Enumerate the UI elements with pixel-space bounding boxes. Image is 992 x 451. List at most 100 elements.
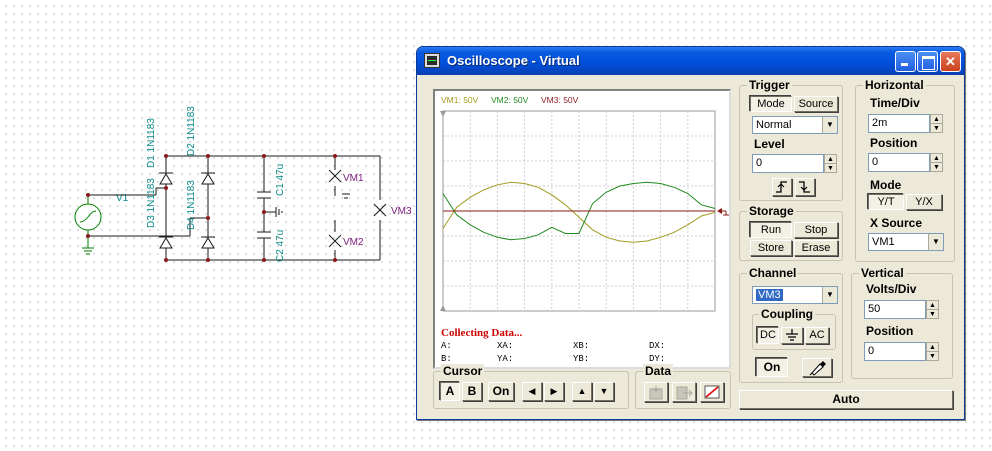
oscilloscope-window[interactable]: Oscilloscope - Virtual VM1: 50VVM2: 50VV… — [416, 46, 965, 420]
vertical-position-label: Position — [866, 324, 914, 338]
scope-plot: VM1: 50V VM2: 50V VM3: 50V — [440, 95, 729, 312]
ac-source[interactable] — [74, 195, 102, 255]
x-source-select[interactable]: VM1 ▼ — [868, 233, 944, 251]
coupling-title: Coupling — [759, 307, 815, 321]
volts-div-label: Volts/Div — [866, 282, 917, 296]
vertical-position-spinner[interactable]: ▲ ▼ — [926, 342, 939, 361]
capacitor-c2-label: C2 47u — [275, 230, 286, 262]
window-title: Oscilloscope - Virtual — [447, 53, 580, 68]
run-button[interactable]: Run — [750, 222, 792, 238]
readout-xb: XB: — [573, 341, 590, 351]
channel-ground-marker — [717, 208, 722, 214]
right-arrow-icon[interactable]: ▶ — [544, 382, 564, 401]
rectifier-schematic: V1 D1 1N1183 D2 1N1183 D3 1N1183 D4 1N11… — [74, 106, 412, 262]
trigger-group: Trigger Mode Source Normal ▼ Level 0 ▲ ▼ — [739, 78, 843, 201]
diode-d3[interactable] — [159, 236, 173, 249]
store-button[interactable]: Store — [750, 240, 792, 256]
stop-button[interactable]: Stop — [794, 222, 838, 238]
horizontal-title: Horizontal — [863, 78, 926, 92]
horizontal-position-spinner[interactable]: ▲ ▼ — [930, 153, 943, 172]
falling-edge-icon[interactable] — [795, 178, 815, 196]
diode-d2-label: D2 1N1183 — [186, 106, 197, 156]
dc-coupling-button[interactable]: DC — [757, 327, 779, 344]
time-div-input[interactable]: 2m — [868, 114, 930, 133]
export-icon[interactable] — [672, 382, 696, 402]
data-group: Data — [635, 364, 731, 409]
vertical-group: Vertical Volts/Div 50 ▲ ▼ Position 0 ▲ ▼ — [851, 266, 953, 379]
horizontal-group: Horizontal Time/Div 2m ▲ ▼ Position 0 ▲ ▼ … — [855, 78, 955, 262]
up-arrow-icon[interactable]: ▲ — [572, 382, 592, 401]
readout-dy: DY: — [649, 354, 666, 364]
diode-d2[interactable] — [201, 172, 215, 185]
volts-div-spinner[interactable]: ▲ ▼ — [926, 300, 939, 319]
trigger-level-input[interactable]: 0 — [752, 154, 824, 173]
ground-icon[interactable] — [781, 327, 803, 344]
trigger-title: Trigger — [747, 78, 792, 92]
readout-b: B: — [441, 354, 452, 364]
diode-d1[interactable] — [159, 172, 173, 185]
auto-button[interactable]: Auto — [739, 390, 953, 409]
trigger-level-spinner[interactable]: ▲ ▼ — [824, 154, 837, 173]
time-div-spinner[interactable]: ▲ ▼ — [930, 114, 943, 133]
chevron-down-icon[interactable]: ▼ — [822, 117, 837, 133]
close-icon[interactable] — [940, 51, 961, 72]
channel-group: Channel VM3 ▼ Coupling DC AC On — [739, 266, 843, 383]
channel-title: Channel — [747, 266, 799, 280]
left-arrow-icon[interactable]: ◀ — [522, 382, 542, 401]
capacitor-c2[interactable] — [257, 231, 271, 239]
readout-ya: YA: — [497, 354, 514, 364]
diode-d3-label: D3 1N1183 — [146, 178, 157, 228]
diode-d1-label: D1 1N1183 — [146, 118, 157, 168]
down-arrow-icon[interactable]: ▼ — [594, 382, 614, 401]
vertical-position-input[interactable]: 0 — [864, 342, 926, 361]
channel-on-button[interactable]: On — [756, 358, 788, 377]
chevron-down-icon[interactable]: ▼ — [822, 287, 837, 303]
channel-value: VM3 — [756, 289, 783, 301]
x-source-label: X Source — [870, 216, 923, 230]
voltmeter-vm2[interactable] — [328, 220, 342, 248]
voltmeter-vm3[interactable] — [373, 203, 387, 217]
time-div-label: Time/Div — [870, 96, 920, 110]
trigger-mode-select[interactable]: Normal ▼ — [752, 116, 838, 134]
scope-display[interactable]: VM1: 50V VM2: 50V VM3: 50V Collecting Data… — [433, 89, 731, 369]
clear-icon[interactable] — [700, 382, 724, 402]
cursor-a-button[interactable]: A — [440, 382, 460, 401]
storage-group: Storage Run Stop Store Erase — [739, 204, 843, 261]
readout-a: A: — [441, 341, 452, 351]
cursor-group: Cursor A B On ◀ ▶ ▲ ▼ — [433, 364, 629, 409]
cursor-on-button[interactable]: On — [488, 382, 514, 401]
channel-select[interactable]: VM3 ▼ — [752, 286, 838, 304]
horizontal-mode-label: Mode — [870, 178, 902, 192]
volts-div-input[interactable]: 50 — [864, 300, 926, 319]
ac-coupling-button[interactable]: AC — [805, 327, 829, 344]
title-bar[interactable]: Oscilloscope - Virtual — [417, 47, 964, 75]
readout-xa: XA: — [497, 341, 514, 351]
chevron-down-icon[interactable]: ▼ — [928, 234, 943, 250]
yx-mode-button[interactable]: Y/X — [906, 194, 942, 210]
readout-yb: YB: — [573, 354, 590, 364]
legend-entry-3: VM3: 50V — [541, 95, 579, 105]
voltmeter-vm2-label: VM2 — [343, 237, 364, 248]
horizontal-position-input[interactable]: 0 — [868, 153, 930, 172]
capacitor-c1[interactable] — [257, 191, 271, 199]
maximize-icon[interactable] — [917, 51, 938, 72]
x-source-value: VM1 — [872, 236, 895, 248]
minimize-icon[interactable] — [895, 51, 916, 72]
data-title: Data — [643, 364, 674, 378]
voltmeter-vm1-label: VM1 — [343, 173, 364, 184]
erase-button[interactable]: Erase — [794, 240, 838, 256]
import-icon[interactable] — [644, 382, 668, 402]
voltmeter-vm3-label: VM3 — [391, 206, 412, 217]
status-text: Collecting Data... — [441, 327, 523, 339]
color-picker-icon[interactable] — [802, 358, 832, 377]
trigger-mode-button[interactable]: Mode — [750, 96, 792, 112]
diode-d4[interactable] — [201, 236, 215, 249]
cursor-b-button[interactable]: B — [462, 382, 482, 401]
horizontal-position-label: Position — [870, 136, 918, 150]
yt-mode-button[interactable]: Y/T — [868, 194, 904, 210]
trigger-source-button[interactable]: Source — [794, 96, 838, 112]
legend-entry-2: VM2: 50V — [491, 95, 529, 105]
diode-d4-label: D4 1N1183 — [186, 180, 197, 230]
capacitor-c1-label: C1 47u — [275, 164, 286, 196]
rising-edge-icon[interactable] — [772, 178, 792, 196]
